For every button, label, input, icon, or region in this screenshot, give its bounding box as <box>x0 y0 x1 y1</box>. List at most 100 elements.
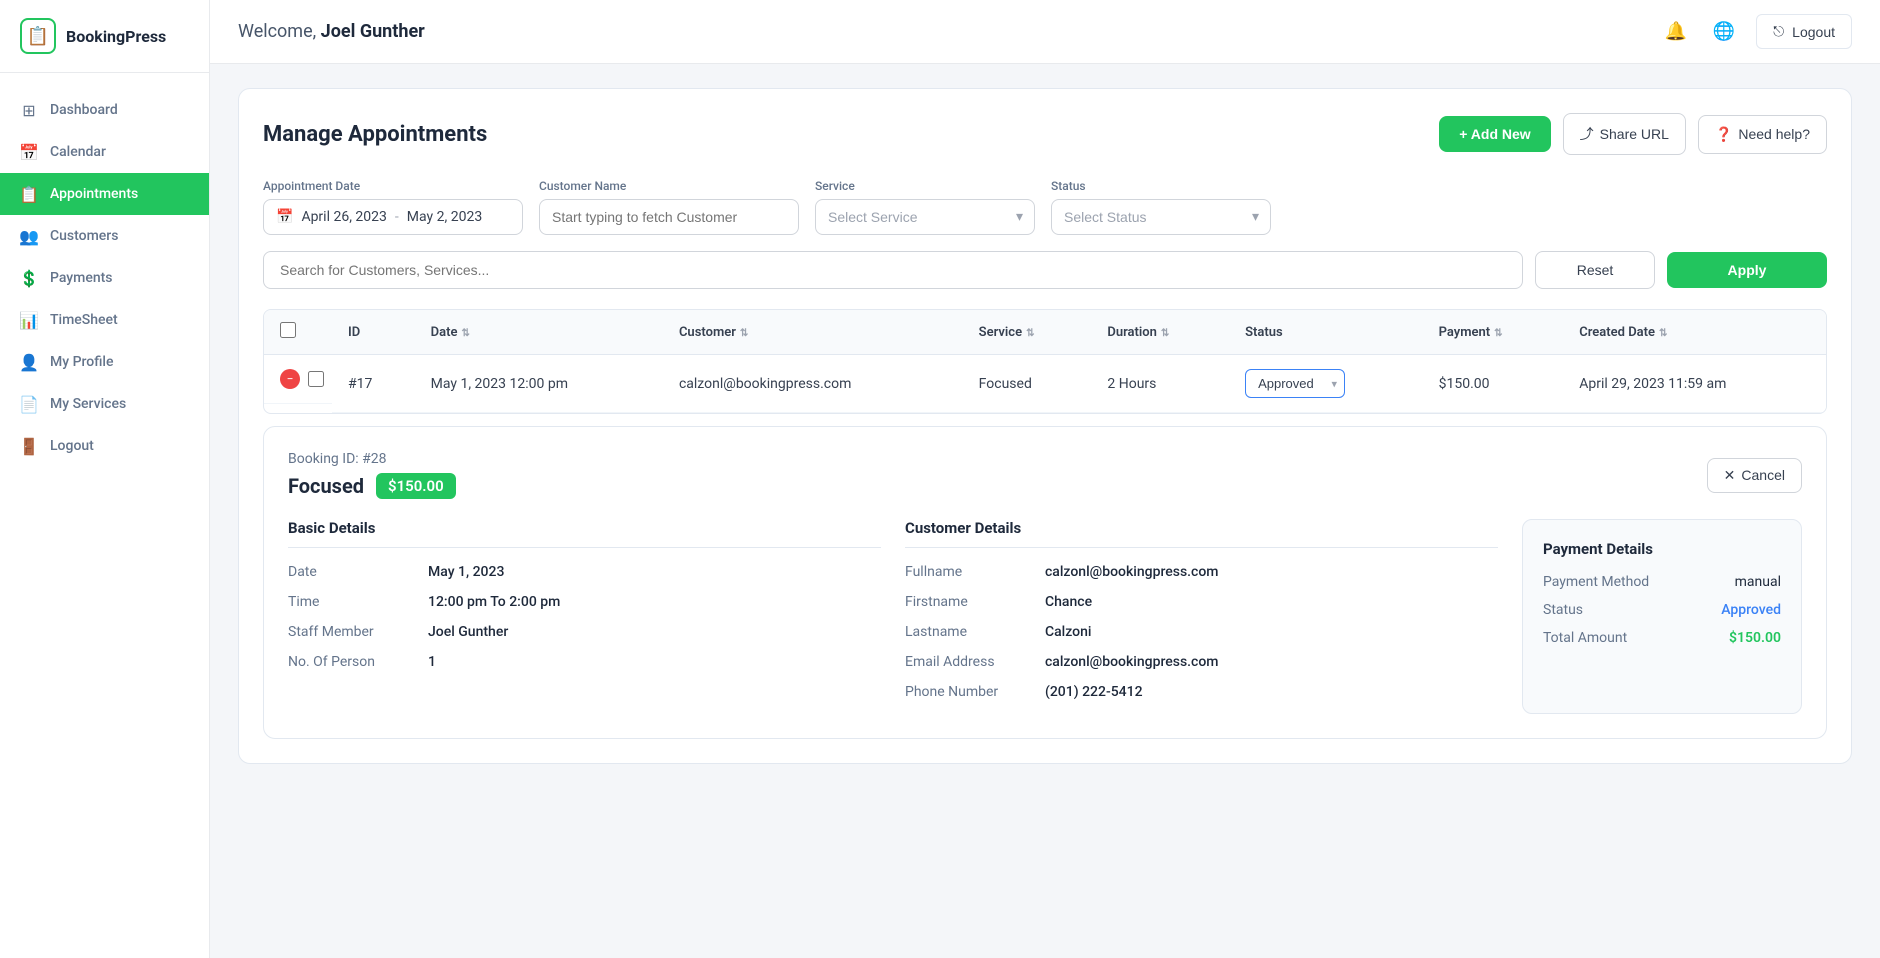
logo: 📋 BookingPress <box>0 0 209 73</box>
sidebar-item-customers[interactable]: 👥 Customers <box>0 215 209 257</box>
customer-label: Customer Name <box>539 179 799 193</box>
date-value: May 1, 2023 <box>428 564 504 580</box>
row-created-date: April 29, 2023 11:59 am <box>1563 355 1826 413</box>
fullname-value: calzonl@bookingpress.com <box>1045 564 1219 580</box>
time-label: Time <box>288 594 428 610</box>
logout-button[interactable]: ⎋ Logout <box>1756 14 1852 49</box>
logout-icon: ⎋ <box>1773 23 1784 40</box>
booking-service-name: Focused <box>288 474 364 498</box>
payment-status-value: Approved <box>1721 602 1781 618</box>
need-help-button[interactable]: ❓ Need help? <box>1698 115 1827 154</box>
lastname-label: Lastname <box>905 624 1045 640</box>
row-customer: calzonl@bookingpress.com <box>663 355 963 413</box>
row-duration: 2 Hours <box>1091 355 1229 413</box>
sidebar-item-label-timesheet: TimeSheet <box>50 312 118 328</box>
collapse-row-button[interactable]: − <box>280 369 300 389</box>
email-row: Email Address calzonl@bookingpress.com <box>905 654 1498 670</box>
col-date: Date⇅ <box>415 310 663 355</box>
payment-status-label: Status <box>1543 602 1583 618</box>
date-label: Appointment Date <box>263 179 523 193</box>
header-actions: + Add New ⤴ Share URL ❓ Need help? <box>1439 113 1827 155</box>
staff-label: Staff Member <box>288 624 428 640</box>
date-range-picker[interactable]: 📅 April 26, 2023 - May 2, 2023 <box>263 199 523 235</box>
calendar-icon: 📅 <box>276 209 293 225</box>
myservices-icon: 📄 <box>20 395 38 413</box>
fullname-label: Fullname <box>905 564 1045 580</box>
sidebar-item-appointments[interactable]: 📋 Appointments <box>0 173 209 215</box>
total-amount-value: $150.00 <box>1729 630 1781 646</box>
cancel-booking-button[interactable]: ✕ Cancel <box>1707 458 1802 493</box>
wordpress-icon[interactable]: 🌐 <box>1708 16 1740 48</box>
row-checkbox[interactable] <box>308 371 324 387</box>
main-content: Welcome, Joel Gunther 🔔 🌐 ⎋ Logout Manag… <box>210 0 1880 958</box>
apply-button[interactable]: Apply <box>1667 252 1827 288</box>
search-input[interactable] <box>263 251 1523 289</box>
sidebar-item-calendar[interactable]: 📅 Calendar <box>0 131 209 173</box>
close-icon: ✕ <box>1724 467 1736 484</box>
add-new-button[interactable]: + Add New <box>1439 116 1550 152</box>
date-filter-group: Appointment Date 📅 April 26, 2023 - May … <box>263 179 523 235</box>
payment-method-value: manual <box>1735 574 1781 590</box>
status-select[interactable]: Select Status <box>1051 199 1271 235</box>
sidebar-item-timesheet[interactable]: 📊 TimeSheet <box>0 299 209 341</box>
col-service: Service⇅ <box>963 310 1092 355</box>
topbar: Welcome, Joel Gunther 🔔 🌐 ⎋ Logout <box>210 0 1880 64</box>
sidebar-item-myprofile[interactable]: 👤 My Profile <box>0 341 209 383</box>
row-date: May 1, 2023 12:00 pm <box>415 355 663 413</box>
payment-status-row: Status Approved <box>1543 602 1781 618</box>
payment-method-row: Payment Method manual <box>1543 574 1781 590</box>
table-row: − #17 May 1, 2023 12:00 pm calzonl@booki… <box>264 355 1826 413</box>
col-id: ID <box>332 310 415 355</box>
lastname-row: Lastname Calzoni <box>905 624 1498 640</box>
basic-details-title: Basic Details <box>288 519 881 548</box>
appointments-icon: 📋 <box>20 185 38 203</box>
persons-row: No. Of Person 1 <box>288 654 881 670</box>
booking-detail-panel: Booking ID: #28 Focused $150.00 ✕ Cancel <box>263 426 1827 739</box>
share-icon: ⤴ <box>1580 124 1594 144</box>
row-status-select[interactable]: Approved Pending Cancelled <box>1245 369 1345 398</box>
phone-value: (201) 222-5412 <box>1045 684 1143 700</box>
sidebar-item-myservices[interactable]: 📄 My Services <box>0 383 209 425</box>
sidebar-item-label-payments: Payments <box>50 270 113 286</box>
sidebar-item-payments[interactable]: 💲 Payments <box>0 257 209 299</box>
staff-row: Staff Member Joel Gunther <box>288 624 881 640</box>
reset-button[interactable]: Reset <box>1535 251 1655 289</box>
date-label: Date <box>288 564 428 580</box>
firstname-row: Firstname Chance <box>905 594 1498 610</box>
page-header: Manage Appointments + Add New ⤴ Share UR… <box>263 113 1827 155</box>
topbar-actions: 🔔 🌐 ⎋ Logout <box>1660 14 1852 49</box>
status-label: Status <box>1051 179 1271 193</box>
filters-row: Appointment Date 📅 April 26, 2023 - May … <box>263 179 1827 235</box>
phone-row: Phone Number (201) 222-5412 <box>905 684 1498 700</box>
service-label: Service <box>815 179 1035 193</box>
panel-body: Basic Details Date May 1, 2023 Time 12:0… <box>288 519 1802 714</box>
sidebar-item-dashboard[interactable]: ⊞ Dashboard <box>0 89 209 131</box>
service-select[interactable]: Select Service <box>815 199 1035 235</box>
phone-label: Phone Number <box>905 684 1045 700</box>
content-area: Manage Appointments + Add New ⤴ Share UR… <box>210 64 1880 958</box>
sidebar-item-label-logout: Logout <box>50 438 94 454</box>
customer-input[interactable] <box>539 199 799 235</box>
share-url-button[interactable]: ⤴ Share URL <box>1563 113 1686 155</box>
col-payment: Payment⇅ <box>1423 310 1564 355</box>
sidebar-item-logout[interactable]: 🚪 Logout <box>0 425 209 467</box>
myprofile-icon: 👤 <box>20 353 38 371</box>
total-amount-label: Total Amount <box>1543 630 1627 646</box>
fullname-row: Fullname calzonl@bookingpress.com <box>905 564 1498 580</box>
staff-value: Joel Gunther <box>428 624 508 640</box>
payments-icon: 💲 <box>20 269 38 287</box>
notifications-icon[interactable]: 🔔 <box>1660 16 1692 48</box>
select-all-checkbox[interactable] <box>280 322 296 338</box>
col-status: Status <box>1229 310 1423 355</box>
service-filter-group: Service Select Service <box>815 179 1035 235</box>
email-value: calzonl@bookingpress.com <box>1045 654 1219 670</box>
customer-details-section: Customer Details Fullname calzonl@bookin… <box>905 519 1498 714</box>
help-icon: ❓ <box>1715 126 1732 143</box>
row-payment: $150.00 <box>1423 355 1564 413</box>
firstname-label: Firstname <box>905 594 1045 610</box>
sidebar-item-label-myservices: My Services <box>50 396 126 412</box>
timesheet-icon: 📊 <box>20 311 38 329</box>
page-title: Manage Appointments <box>263 122 487 147</box>
col-customer: Customer⇅ <box>663 310 963 355</box>
sidebar-item-label-dashboard: Dashboard <box>50 102 118 118</box>
